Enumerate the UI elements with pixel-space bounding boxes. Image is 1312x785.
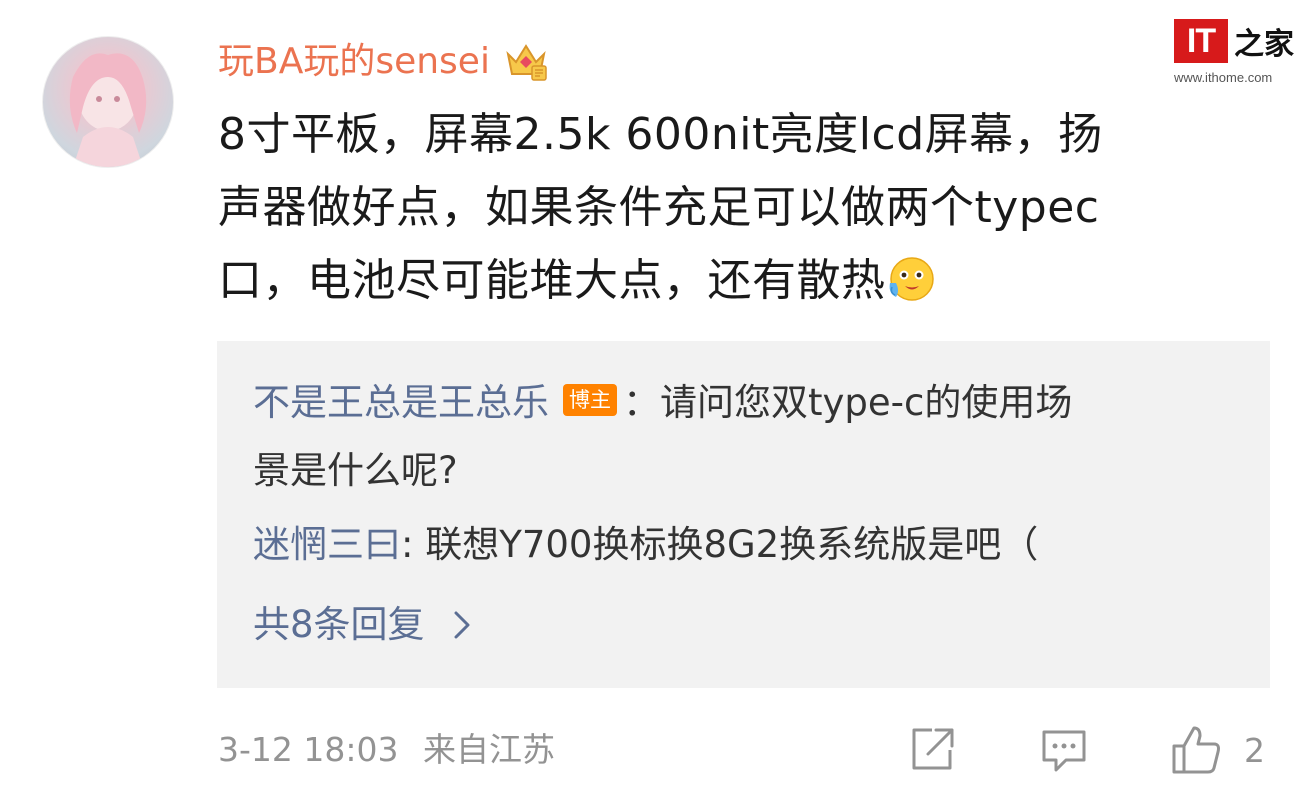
reply-text: 景是什么呢? [253,449,458,492]
comment-line: 8寸平板，屏幕2.5k 600nit亮度lcd屏幕，扬 [218,109,1103,160]
reply-1-line-1: 不是王总是王总乐 博主 ：请问您双type-c的使用场 [253,371,1072,435]
chevron-right-icon [454,611,470,639]
like-icon [1172,726,1220,774]
comment-line: 口，电池尽可能堆大点，还有散热 [218,244,1278,317]
reply-box[interactable]: 不是王总是王总乐 博主 ：请问您双type-c的使用场 景是什么呢? 迷惘三曰: 联… [217,341,1270,688]
ithome-watermark: IT 之家 www.ithome.com [1174,18,1294,90]
crying-emoji-icon [889,257,934,301]
watermark-logo: IT 之家 [1174,18,1294,64]
comment-button[interactable] [1038,718,1090,782]
avatar-illustration [69,53,147,167]
username-row: 玩BA玩的sensei [218,36,548,88]
reply-1-line-2: 景是什么呢? [253,439,458,503]
username[interactable]: 玩BA玩的sensei [218,36,490,88]
reply-author[interactable]: 不是王总是王总乐 [253,381,549,424]
like-button[interactable]: 2 [1170,718,1265,782]
watermark-cn: 之家 [1234,27,1294,62]
reply-author[interactable]: 迷惘三曰 [253,523,401,566]
share-icon [912,728,954,770]
timestamp: 3-12 18:03 [218,730,399,769]
share-button[interactable] [906,718,958,782]
comment-line-text: 口，电池尽可能堆大点，还有散热 [218,255,886,306]
more-replies-label: 共8条回复 [253,603,425,646]
vip-crown-icon [506,44,547,81]
reply-2: 迷惘三曰: 联想Y700换标换8G2换系统版是吧（ [253,513,1038,577]
reply-text: ：请问您双type-c的使用场 [623,381,1073,424]
comment-meta: 3-12 18:03 来自江苏 [218,722,555,778]
comment-icon [1042,730,1086,772]
watermark-it: IT [1174,19,1228,63]
location: 来自江苏 [423,730,555,769]
reply-text: : 联想Y700换标换8G2换系统版是吧（ [401,523,1039,566]
avatar[interactable] [42,36,174,168]
like-count: 2 [1244,730,1265,770]
comment-line: 声器做好点，如果条件充足可以做两个typec [218,182,1100,233]
more-replies-link[interactable]: 共8条回复 [253,593,471,657]
blogger-badge: 博主 [563,384,617,416]
watermark-url: www.ithome.com [1174,70,1273,85]
comment-text: 8寸平板，屏幕2.5k 600nit亮度lcd屏幕，扬 声器做好点，如果条件充足… [218,98,1278,317]
